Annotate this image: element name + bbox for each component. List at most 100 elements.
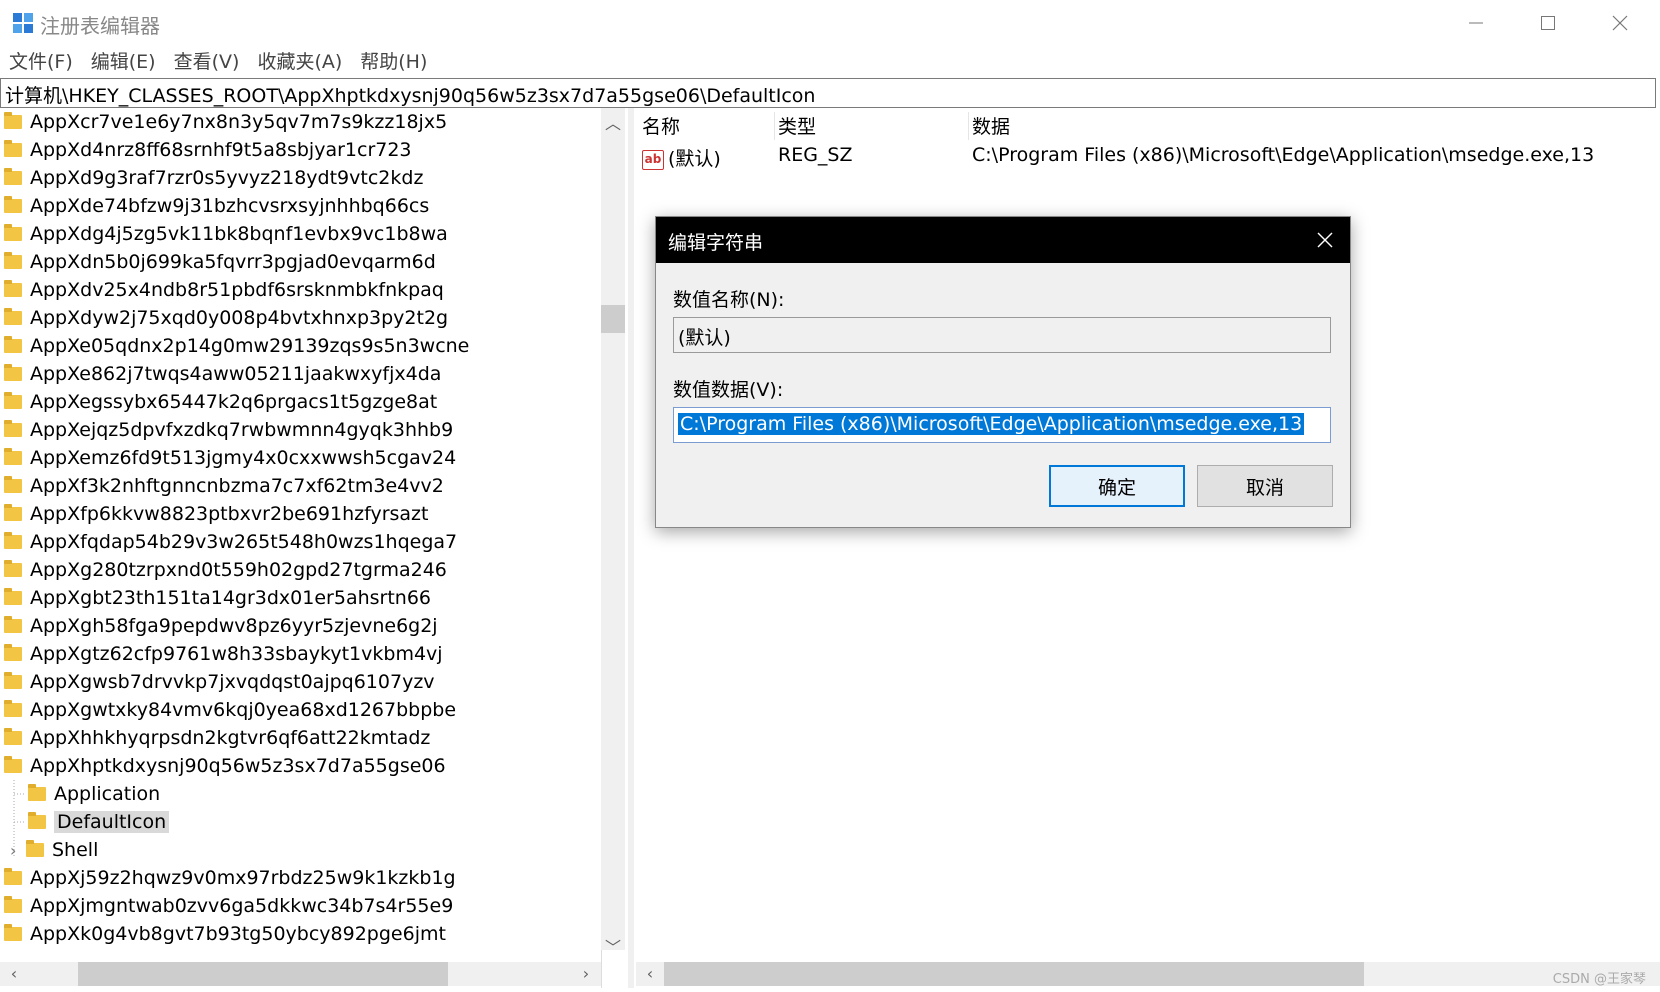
tree-item-label: AppXhhkhyqrpsdn2kgtvr6qf6att22kmtadz [30, 727, 431, 749]
tree-item[interactable]: AppXgtz62cfp9761w8h33sbaykyt1vkbm4vj [4, 640, 443, 668]
tree-item[interactable]: AppXk0g4vb8gvt7b93tg50ybcy892pge6jmt [4, 920, 446, 948]
tree-child-shell[interactable]: › Shell [10, 836, 98, 864]
tree-item[interactable]: AppXhhkhyqrpsdn2kgtvr6qf6att22kmtadz [4, 724, 430, 752]
tree-horizontal-scroll-thumb[interactable] [78, 962, 448, 986]
tree-item[interactable]: AppXfqdap54b29v3w265t548h0wzs1hqega7 [4, 528, 457, 556]
menu-help[interactable]: 帮助(H) [351, 46, 436, 78]
folder-icon [4, 252, 22, 269]
folder-icon [26, 840, 44, 857]
minimize-button[interactable] [1440, 0, 1512, 46]
folder-icon [4, 224, 22, 241]
pane-splitter[interactable] [628, 108, 634, 988]
string-value-icon: ab [642, 149, 664, 170]
column-header-type[interactable]: 类型 [778, 112, 969, 140]
scroll-left-icon[interactable]: ‹ [2, 962, 26, 986]
tree-item-label: AppXgbt23th151ta14gr3dx01er5ahsrtn66 [30, 587, 432, 609]
value-data-input[interactable]: C:\Program Files (x86)\Microsoft\Edge\Ap… [673, 407, 1331, 443]
tree-item-label: AppXde74bfzw9j31bzhcvsrxsyjnhhbq66cs [30, 195, 430, 217]
close-icon [1612, 15, 1628, 31]
folder-icon [4, 588, 22, 605]
tree-item-label: AppXfp6kkvw8823ptbxvr2be691hzfyrsazt [30, 503, 429, 525]
tree-item[interactable]: AppXde74bfzw9j31bzhcvsrxsyjnhhbq66cs [4, 192, 429, 220]
tree-item[interactable]: AppXcr7ve1e6y7nx8n3y5qv7m7s9kzz18jx5 [4, 108, 447, 136]
ok-button[interactable]: 确定 [1049, 465, 1185, 507]
menu-view[interactable]: 查看(V) [165, 46, 249, 78]
folder-icon [4, 420, 22, 437]
tree-item[interactable]: AppXe862j7twqs4aww05211jaakwxyfjx4da [4, 360, 441, 388]
dialog-close-button[interactable] [1310, 225, 1340, 255]
tree-item[interactable]: AppXg280tzrpxnd0t559h02gpd27tgrma246 [4, 556, 447, 584]
scroll-down-icon[interactable]: ﹀ [601, 936, 625, 960]
tree-item[interactable]: AppXdv25x4ndb8r51pbdf6srsknmbkfnkpaq [4, 276, 444, 304]
scroll-left-icon[interactable]: ‹ [638, 962, 662, 986]
address-bar[interactable]: 计算机\HKEY_CLASSES_ROOT\AppXhptkdxysnj90q5… [0, 78, 1656, 108]
folder-icon [4, 308, 22, 325]
tree-item[interactable]: AppXgwsb7drvvkp7jxvqdqst0ajpq6107yzv [4, 668, 435, 696]
tree-item-label: Shell [52, 839, 99, 861]
tree-item-label: AppXgwsb7drvvkp7jxvqdqst0ajpq6107yzv [30, 671, 435, 693]
folder-icon [4, 532, 22, 549]
watermark: CSDN @王家琴 [1552, 972, 1646, 987]
value-name-field[interactable]: (默认) [673, 317, 1331, 353]
tree-item-label: AppXj59z2hqwz9v0mx97rbdz25w9k1kzkb1g [30, 867, 456, 889]
tree-item-label: AppXdn5b0j699ka5fqvrr3pgjad0evqarm6d [30, 251, 436, 273]
edit-string-dialog: 编辑字符串 数值名称(N): (默认) 数值数据(V): C:\Program … [655, 216, 1351, 528]
tree-item[interactable]: AppXf3k2nhftgnncnbzma7c7xf62tm3e4vv2 [4, 472, 444, 500]
tree-vertical-scrollbar[interactable] [601, 108, 625, 950]
tree-item-label: AppXgtz62cfp9761w8h33sbaykyt1vkbm4vj [30, 643, 443, 665]
folder-icon [4, 364, 22, 381]
scroll-right-icon[interactable]: › [574, 962, 598, 986]
menu-file[interactable]: 文件(F) [0, 46, 82, 78]
menu-bar: 文件(F) 编辑(E) 查看(V) 收藏夹(A) 帮助(H) [0, 46, 1660, 78]
scroll-up-icon[interactable]: ︿ [601, 112, 625, 136]
folder-icon [4, 336, 22, 353]
tree-item-label: AppXhptkdxysnj90q56w5z3sx7d7a55gse06 [30, 755, 446, 777]
tree-item[interactable]: AppXgwtxky84vmv6kqj0yea68xd1267bbpbe [4, 696, 456, 724]
close-icon [1317, 232, 1333, 248]
tree-item[interactable]: AppXgh58fga9pepdwv8pz6yyr5zjevne6g2j [4, 612, 438, 640]
tree-item[interactable]: AppXdg4j5zg5vk11bk8bqnf1evbx9vc1b8wa [4, 220, 448, 248]
tree-item[interactable]: AppXejqz5dpvfxzdkq7rwbwmnn4gyqk3hhb9 [4, 416, 453, 444]
tree-item[interactable]: AppXdn5b0j699ka5fqvrr3pgjad0evqarm6d [4, 248, 436, 276]
column-header-name[interactable]: 名称 [642, 112, 775, 140]
list-horizontal-scroll-thumb[interactable] [664, 962, 1364, 986]
maximize-button[interactable] [1512, 0, 1584, 46]
folder-icon [4, 448, 22, 465]
tree-item[interactable]: AppXgbt23th151ta14gr3dx01er5ahsrtn66 [4, 584, 431, 612]
folder-open-icon [4, 756, 22, 773]
folder-icon [4, 644, 22, 661]
tree-vertical-scroll-thumb[interactable] [601, 305, 625, 333]
tree-item[interactable]: AppXegssybx65447k2q6prgacs1t5gzge8at [4, 388, 437, 416]
tree-item-label: AppXgwtxky84vmv6kqj0yea68xd1267bbpbe [30, 699, 457, 721]
tree-item-label: AppXdyw2j75xqd0y008p4bvtxhnxp3py2t2g [30, 307, 449, 329]
tree-item[interactable]: AppXfp6kkvw8823ptbxvr2be691hzfyrsazt [4, 500, 428, 528]
tree-item[interactable]: AppXe05qdnx2p14g0mw29139zqs9s5n3wcne [4, 332, 469, 360]
tree-child-defaulticon[interactable]: DefaultIcon [28, 808, 170, 836]
window-title: 注册表编辑器 [40, 14, 160, 38]
column-header-data[interactable]: 数据 [972, 112, 1612, 140]
menu-favorites[interactable]: 收藏夹(A) [248, 46, 351, 78]
folder-icon [4, 504, 22, 521]
folder-icon [4, 700, 22, 717]
tree-item-label: AppXf3k2nhftgnncnbzma7c7xf62tm3e4vv2 [30, 475, 444, 497]
tree-item-label: AppXg280tzrpxnd0t559h02gpd27tgrma246 [30, 559, 447, 581]
tree-item[interactable]: AppXj59z2hqwz9v0mx97rbdz25w9k1kzkb1g [4, 864, 456, 892]
tree-item-expanded[interactable]: AppXhptkdxysnj90q56w5z3sx7d7a55gse06 [4, 752, 446, 780]
tree-item[interactable]: AppXemz6fd9t513jgmy4x0cxxwwsh5cgav24 [4, 444, 456, 472]
folder-icon [4, 280, 22, 297]
tree-item[interactable]: AppXd4nrz8ff68srnhf9t5a8sbjyar1cr723 [4, 136, 412, 164]
cancel-button[interactable]: 取消 [1197, 465, 1333, 507]
title-bar: 注册表编辑器 [0, 0, 1660, 46]
tree-item-label: AppXemz6fd9t513jgmy4x0cxxwwsh5cgav24 [30, 447, 457, 469]
tree-item-label: AppXjmgntwab0zvv6ga5dkkwc34b7s4r55e9 [30, 895, 454, 917]
tree-child-application[interactable]: Application [28, 780, 160, 808]
value-row-name[interactable]: ab (默认) [642, 144, 721, 171]
chevron-right-icon[interactable]: › [10, 841, 22, 860]
tree-item[interactable]: AppXd9g3raf7rzr0s5yvyz218ydt9vtc2kdz [4, 164, 423, 192]
tree-item[interactable]: AppXdyw2j75xqd0y008p4bvtxhnxp3py2t2g [4, 304, 448, 332]
folder-icon [4, 896, 22, 913]
menu-edit[interactable]: 编辑(E) [82, 46, 165, 78]
tree-item[interactable]: AppXjmgntwab0zvv6ga5dkkwc34b7s4r55e9 [4, 892, 453, 920]
registry-editor-icon [13, 13, 33, 33]
close-button[interactable] [1584, 0, 1656, 46]
